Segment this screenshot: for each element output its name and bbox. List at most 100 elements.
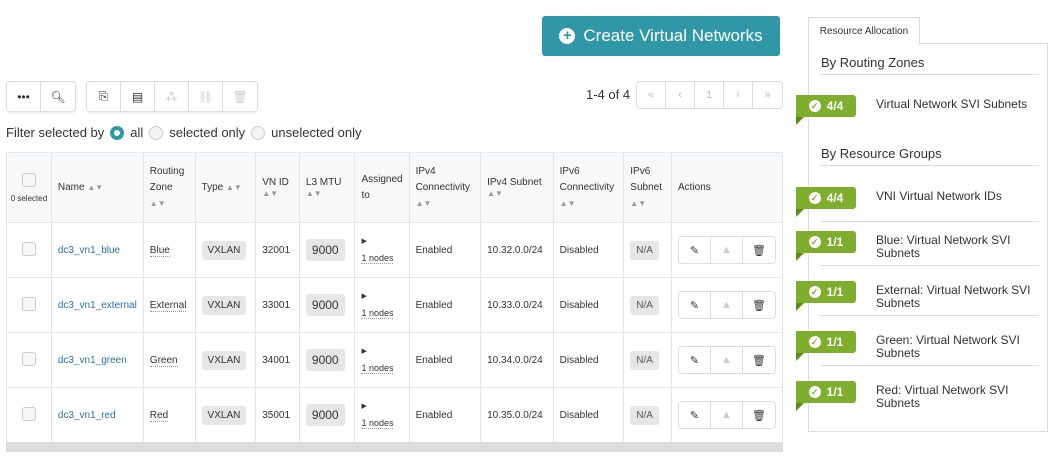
expand-caret-icon[interactable]: ▶: [361, 348, 366, 355]
row-checkbox[interactable]: [21, 406, 36, 421]
first-page-button[interactable]: «: [637, 82, 666, 108]
allocation-item: ✓ 1/1 Blue: Virtual Network SVI Subnets: [796, 231, 1036, 260]
col-ipv4-subnet[interactable]: IPv4 Subnet ▲▼: [480, 152, 554, 223]
table-header: 0 selected Name ▲▼ Routing Zone ▲▼ Type …: [6, 152, 783, 223]
table-row: dc3_vn1_red Red VXLAN 35001 9000 ▶ 1 node…: [6, 387, 783, 443]
table-row: dc3_vn1_external External VXLAN 33001 90…: [6, 277, 783, 333]
export-icon[interactable]: ▤: [121, 82, 155, 111]
allocation-badge: ✓ 1/1: [796, 331, 856, 353]
vn-name-link[interactable]: dc3_vn1_blue: [58, 245, 120, 256]
edit-icon[interactable]: ✎: [679, 402, 711, 428]
routing-zone[interactable]: Blue: [149, 244, 170, 257]
warning-icon[interactable]: ▲: [711, 347, 743, 373]
col-ipv6-connectivity[interactable]: IPv6 Connectivity ▲▼: [552, 152, 625, 223]
tab-resource-allocation[interactable]: Resource Allocation: [808, 17, 920, 45]
col-actions: Actions: [671, 152, 783, 223]
assigned-nodes-link[interactable]: 1 nodes: [361, 418, 394, 429]
routing-zone[interactable]: External: [149, 299, 187, 312]
allocation-item: ✓ 1/1 External: Virtual Network SVI Subnet…: [796, 281, 1036, 310]
ipv4-connectivity: Enabled: [408, 277, 482, 333]
pagination: « ‹ 1 › »: [636, 81, 783, 109]
col-ipv6-subnet[interactable]: IPv6 Subnet ▲▼: [623, 152, 672, 223]
vn-name-link[interactable]: dc3_vn1_external: [58, 300, 137, 311]
row-checkbox[interactable]: [21, 296, 36, 311]
allocation-item: ✓ 1/1 Red: Virtual Network SVI Subnets: [796, 381, 1036, 410]
check-circle-icon: ✓: [808, 236, 821, 248]
radio-unselected-only[interactable]: [251, 125, 266, 140]
delete-icon[interactable]: 🗑︎: [743, 292, 775, 318]
edit-icon[interactable]: ✎: [679, 292, 711, 318]
row-checkbox[interactable]: [21, 351, 36, 366]
routing-zone[interactable]: Green: [149, 354, 178, 367]
col-vn-id[interactable]: VN ID ▲▼: [255, 152, 300, 223]
ipv6-subnet: N/A: [630, 405, 659, 425]
radio-all[interactable]: [110, 125, 125, 140]
filter-label: Filter selected by: [6, 125, 105, 140]
ipv6-connectivity: Disabled: [552, 222, 625, 278]
pagination-range: 1-4 of 4: [586, 87, 631, 102]
row-select[interactable]: [6, 332, 52, 388]
more-icon[interactable]: •••: [7, 82, 41, 111]
ipv6-subnet: N/A: [630, 295, 659, 315]
divider: [821, 315, 1039, 316]
warning-icon[interactable]: ▲: [711, 237, 743, 263]
col-name[interactable]: Name ▲▼: [50, 152, 144, 223]
hierarchy-icon[interactable]: ⁂: [155, 82, 189, 111]
horizontal-scrollbar[interactable]: [6, 442, 783, 452]
radio-selected-only[interactable]: [149, 125, 164, 140]
create-virtual-networks-button[interactable]: + Create Virtual Networks: [542, 16, 780, 56]
ipv6-connectivity: Disabled: [552, 387, 625, 443]
col-l3-mtu[interactable]: L3 MTU ▲▼: [298, 152, 356, 223]
ipv4-connectivity: Enabled: [408, 387, 482, 443]
ipv6-subnet: N/A: [630, 240, 659, 260]
edit-icon[interactable]: ✎: [679, 347, 711, 373]
vn-id: 35001: [255, 387, 300, 443]
allocation-label: External: Virtual Network SVI Subnets: [876, 283, 1031, 310]
row-select[interactable]: [6, 387, 52, 443]
last-page-button[interactable]: »: [753, 82, 782, 108]
page-number[interactable]: 1: [695, 82, 724, 108]
allocation-badge: ✓ 1/1: [796, 281, 856, 303]
warning-icon[interactable]: ▲: [711, 402, 743, 428]
col-type[interactable]: Type ▲▼: [194, 152, 257, 223]
edit-icon[interactable]: ✎: [679, 237, 711, 263]
allocation-badge: ✓ 1/1: [796, 231, 856, 253]
radio-label: selected only: [169, 125, 246, 140]
assigned-nodes-link[interactable]: 1 nodes: [361, 308, 394, 319]
expand-caret-icon[interactable]: ▶: [361, 403, 366, 410]
resource-groups-title: By Resource Groups: [821, 146, 1039, 166]
delete-icon[interactable]: 🗑︎: [743, 237, 775, 263]
routing-zone[interactable]: Red: [149, 409, 169, 422]
ipv4-subnet: 10.33.0.0/24: [480, 277, 554, 333]
vn-name-link[interactable]: dc3_vn1_green: [58, 355, 127, 366]
link-icon[interactable]: ⛓: [189, 82, 223, 111]
search-icon[interactable]: 🔍︎: [41, 82, 75, 111]
assigned-nodes-link[interactable]: 1 nodes: [361, 363, 394, 374]
row-checkbox[interactable]: [21, 241, 36, 256]
expand-caret-icon[interactable]: ▶: [361, 293, 366, 300]
selected-count: 0 selected: [10, 193, 48, 203]
allocation-label: Virtual Network SVI Subnets: [876, 97, 1028, 111]
vn-name-link[interactable]: dc3_vn1_red: [58, 410, 116, 421]
table-row: dc3_vn1_blue Blue VXLAN 32001 9000 ▶ 1 no…: [6, 222, 783, 278]
warning-icon[interactable]: ▲: [711, 292, 743, 318]
assigned-nodes-link[interactable]: 1 nodes: [361, 253, 394, 264]
col-routing-zone[interactable]: Routing Zone ▲▼: [142, 152, 196, 223]
vn-id: 32001: [255, 222, 300, 278]
divider: [821, 221, 1039, 222]
next-page-button[interactable]: ›: [724, 82, 753, 108]
row-select[interactable]: [6, 222, 52, 278]
check-circle-icon: ✓: [808, 286, 821, 298]
select-all-checkbox[interactable]: [21, 172, 36, 187]
delete-icon[interactable]: 🗑︎: [743, 402, 775, 428]
import-icon[interactable]: ⎘: [87, 82, 121, 111]
delete-icon[interactable]: 🗑︎: [743, 347, 775, 373]
select-all[interactable]: 0 selected: [6, 152, 52, 223]
col-ipv4-connectivity[interactable]: IPv4 Connectivity ▲▼: [408, 152, 482, 223]
expand-caret-icon[interactable]: ▶: [361, 238, 366, 245]
prev-page-button[interactable]: ‹: [666, 82, 695, 108]
row-select[interactable]: [6, 277, 52, 333]
ipv6-connectivity: Disabled: [552, 277, 625, 333]
trash-icon[interactable]: 🗑︎: [223, 82, 257, 111]
allocation-badge: ✓ 4/4: [796, 187, 856, 209]
